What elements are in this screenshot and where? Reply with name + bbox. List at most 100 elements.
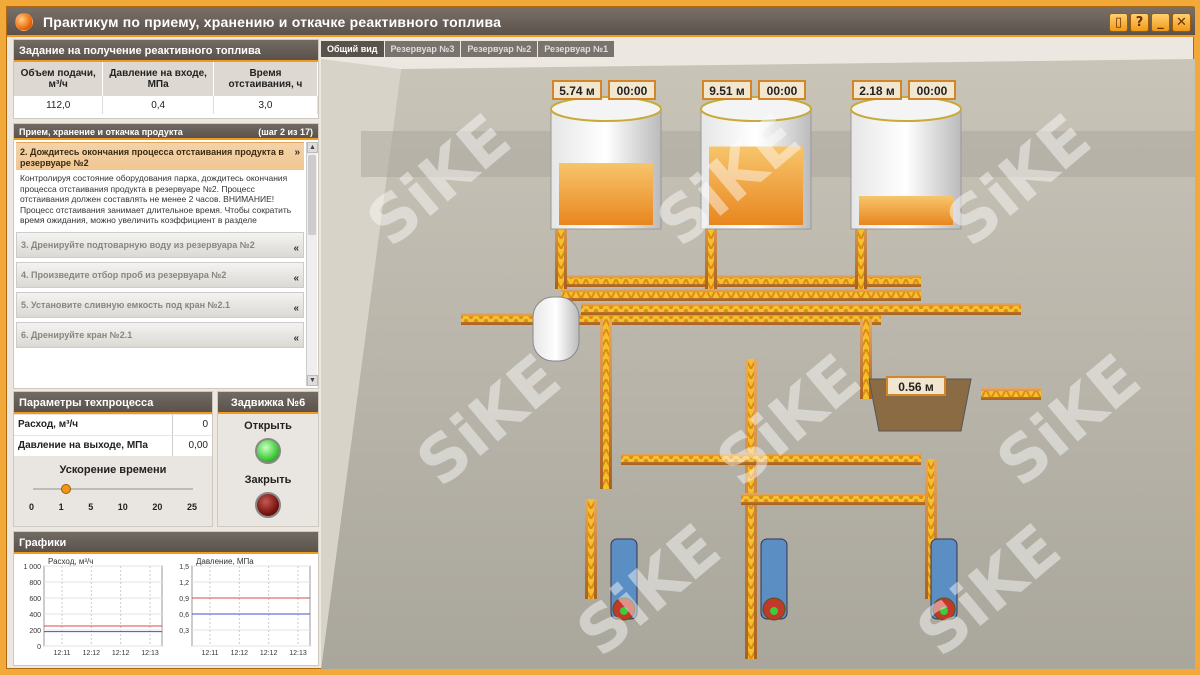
separator bbox=[532, 296, 580, 362]
flow-indicator bbox=[603, 319, 609, 489]
steps-panel: Прием, хранение и откачка продукта (шаг … bbox=[13, 123, 319, 389]
step-label: 6. Дренируйте кран №2.1 bbox=[21, 330, 133, 340]
flow-label: Расход, м³/ч bbox=[18, 419, 79, 430]
steps-progress: (шаг 2 из 17) bbox=[258, 127, 313, 137]
step-label: 3. Дренируйте подтоварную воду из резерв… bbox=[21, 240, 255, 250]
task-col-volume: Объем подачи, м³/ч bbox=[14, 62, 104, 96]
graphs-svg: Расход, м³/ч 1 000 800 600 400 200 0 12:11 12:12… bbox=[23, 557, 311, 657]
tick-label: 0 bbox=[29, 502, 35, 512]
tick-label: 25 bbox=[186, 502, 197, 512]
task-pressure-value: 0,4 bbox=[102, 96, 214, 114]
tab-tank-1[interactable]: Резервуар №1 bbox=[538, 41, 615, 57]
scroll-thumb[interactable] bbox=[308, 155, 316, 235]
step-label: 4. Произведите отбор проб из резервуара … bbox=[21, 270, 227, 280]
open-label: Открыть bbox=[244, 420, 292, 432]
tick-label: 5 bbox=[88, 502, 94, 512]
tab-tank-3[interactable]: Резервуар №3 bbox=[384, 41, 461, 57]
y-tick-label: 800 bbox=[29, 580, 41, 587]
y-tick-label: 200 bbox=[29, 628, 41, 635]
pressure-value: 0,00 bbox=[172, 436, 212, 456]
chevron-left-icon[interactable]: « bbox=[293, 267, 299, 291]
flow-indicator bbox=[741, 496, 931, 502]
y-tick-label: 400 bbox=[29, 612, 41, 619]
flow-indicator bbox=[561, 292, 921, 298]
tank-level: 2.18 м bbox=[859, 84, 895, 98]
task-panel: Задание на получение реактивного топлива… bbox=[13, 39, 319, 119]
chevron-left-icon[interactable]: « bbox=[293, 297, 299, 321]
y-tick-label: 600 bbox=[29, 596, 41, 603]
app-window: Практикум по приему, хранению и откачке … bbox=[6, 6, 1195, 669]
x-tick-label: 12:12 bbox=[112, 650, 130, 657]
step-item[interactable]: 6. Дренируйте кран №2.1 « bbox=[16, 322, 304, 348]
chevron-left-icon[interactable]: « bbox=[293, 327, 299, 351]
y-tick-label: 0,3 bbox=[179, 628, 189, 635]
tab-tank-2[interactable]: Резервуар №2 bbox=[461, 41, 538, 57]
task-title: Задание на получение реактивного топлива bbox=[14, 40, 318, 62]
chart-title: Расход, м³/ч bbox=[48, 557, 93, 566]
step-item[interactable]: 4. Произведите отбор проб из резервуара … bbox=[16, 262, 304, 288]
tank-roof bbox=[850, 96, 962, 122]
flow-value: 0 bbox=[172, 415, 212, 435]
help-button[interactable]: ? bbox=[1130, 13, 1149, 32]
minimize-button[interactable]: _ bbox=[1151, 13, 1170, 32]
pressure-row: Давление на выходе, МПа 0,00 bbox=[14, 436, 212, 456]
slider-track[interactable] bbox=[33, 488, 193, 490]
task-volume-value: 112,0 bbox=[14, 96, 104, 114]
step-label: 5. Установите сливную емкость под кран №… bbox=[21, 300, 231, 310]
valve-title: Задвижка №6 bbox=[218, 392, 318, 414]
speed-title: Ускорение времени bbox=[59, 464, 167, 476]
close-label: Закрыть bbox=[244, 474, 292, 486]
x-tick-label: 12:13 bbox=[141, 650, 159, 657]
app-logo-icon bbox=[15, 13, 33, 31]
flow-indicator bbox=[581, 306, 1021, 312]
tank-timer: 00:00 bbox=[767, 84, 798, 98]
speed-ticks: 0 1 5 10 20 25 bbox=[29, 502, 197, 512]
tank-roof bbox=[550, 96, 662, 122]
chevron-left-icon[interactable]: « bbox=[293, 237, 299, 261]
fuel-level bbox=[559, 163, 653, 225]
flow-row: Расход, м³/ч 0 bbox=[14, 415, 212, 435]
open-valve-button[interactable] bbox=[255, 438, 281, 464]
tick-label: 20 bbox=[152, 502, 163, 512]
title-bar: Практикум по приему, хранению и откачке … bbox=[7, 7, 1195, 37]
step-item[interactable]: 3. Дренируйте подтоварную воду из резерв… bbox=[16, 232, 304, 258]
chevron-down-icon[interactable]: » bbox=[294, 147, 300, 158]
tank-level: 9.51 м bbox=[709, 84, 745, 98]
y-tick-label: 1 000 bbox=[23, 564, 41, 571]
step-active[interactable]: 2. Дождитесь окончания процесса отстаива… bbox=[16, 142, 304, 170]
y-tick-label: 1,2 bbox=[179, 580, 189, 587]
pump[interactable] bbox=[760, 538, 788, 621]
steps-title: Прием, хранение и откачка продукта bbox=[19, 127, 183, 137]
flow-indicator bbox=[461, 316, 881, 322]
app-title: Практикум по приему, хранению и откачке … bbox=[43, 14, 502, 30]
left-panel: Задание на получение реактивного топлива… bbox=[13, 39, 319, 666]
restore-button[interactable]: ▯ bbox=[1109, 13, 1128, 32]
scroll-down-icon[interactable]: ▼ bbox=[307, 375, 318, 386]
steps-scrollbar[interactable]: ▲ ▼ bbox=[306, 142, 318, 386]
x-tick-label: 12:12 bbox=[260, 650, 278, 657]
y-tick-label: 0 bbox=[37, 644, 41, 651]
steps-header: Прием, хранение и откачка продукта (шаг … bbox=[14, 124, 318, 140]
drain-level: 0.56 м bbox=[898, 380, 934, 394]
valve-panel: Задвижка №6 Открыть Закрыть bbox=[217, 391, 319, 527]
separator-vessel bbox=[532, 296, 580, 362]
tab-overview[interactable]: Общий вид bbox=[321, 41, 384, 57]
step-item[interactable]: 5. Установите сливную емкость под кран №… bbox=[16, 292, 304, 318]
close-valve-button[interactable] bbox=[255, 492, 281, 518]
pressure-label: Давление на выходе, МПа bbox=[18, 440, 148, 451]
scroll-up-icon[interactable]: ▲ bbox=[307, 142, 318, 153]
y-tick-label: 0,6 bbox=[179, 612, 189, 619]
graphs-panel: Графики Расход, м³/ч 1 000 800 600 400 200 0 12… bbox=[13, 531, 319, 666]
flow-indicator bbox=[981, 391, 1041, 397]
slider-handle[interactable] bbox=[61, 484, 71, 494]
speed-slider[interactable] bbox=[33, 484, 193, 494]
chart-title: Давление, МПа bbox=[196, 557, 254, 566]
tick-label: 10 bbox=[117, 502, 128, 512]
close-button[interactable]: ✕ bbox=[1172, 13, 1191, 32]
task-time-value: 3,0 bbox=[213, 96, 319, 114]
task-table: Объем подачи, м³/ч Давление на входе, МП… bbox=[14, 62, 319, 114]
x-tick-label: 12:12 bbox=[83, 650, 101, 657]
y-tick-label: 0,9 bbox=[179, 596, 189, 603]
view-tabs: Общий вид Резервуар №3 Резервуар №2 Резе… bbox=[321, 41, 615, 57]
step-active-label: Дождитесь окончания процесса отстаивания… bbox=[20, 147, 284, 168]
